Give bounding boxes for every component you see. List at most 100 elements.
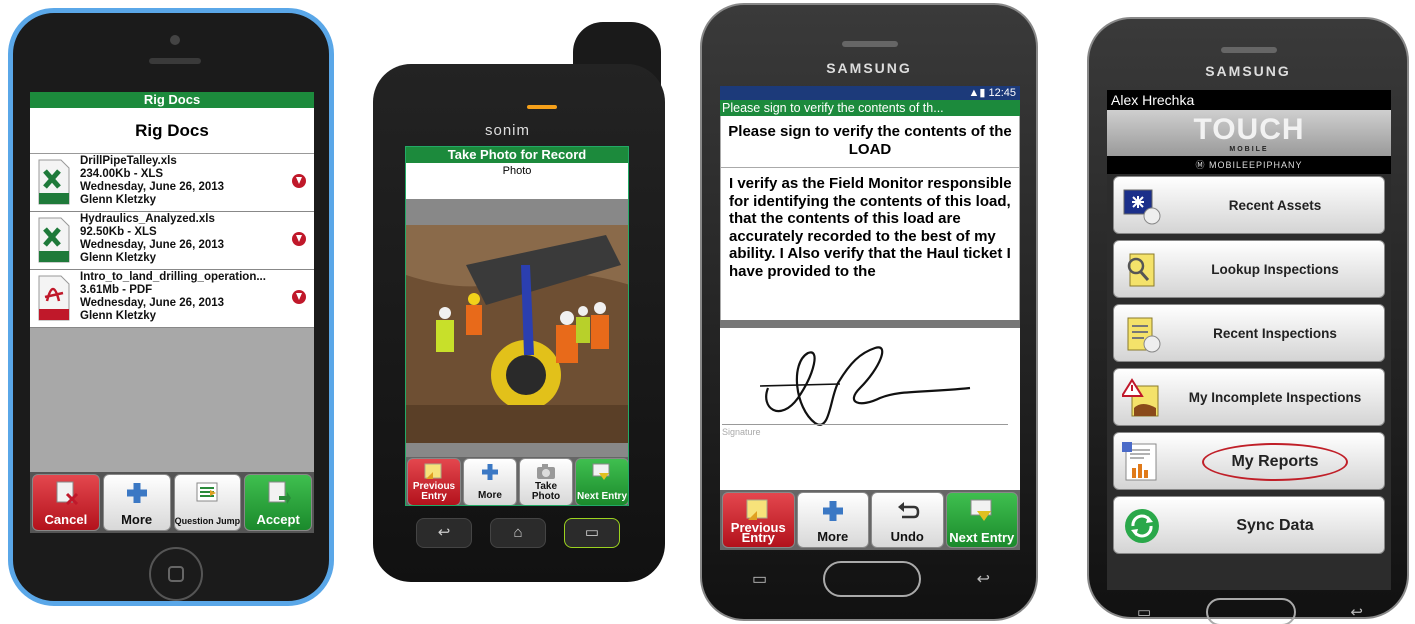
previous-entry-button[interactable]: Previous Entry	[407, 458, 461, 505]
menu-item-my-reports[interactable]: My Reports	[1113, 432, 1385, 490]
recent-apps-key-icon[interactable]: ▭	[1137, 603, 1151, 621]
more-button[interactable]: More	[796, 492, 869, 548]
earpiece-speaker	[1221, 47, 1277, 53]
home-square-icon	[168, 566, 184, 582]
screen-header: Rig Docs	[30, 92, 314, 108]
next-entry-button[interactable]: Next Entry	[945, 492, 1018, 548]
next-entry-label: Next Entry	[949, 530, 1015, 545]
bottom-toolbar: Cancel More Question Jump Accept	[30, 472, 314, 533]
document-name: Intro_to_land_drilling_operation...	[80, 271, 266, 283]
menu-item-recent-assets[interactable]: Recent Assets	[1113, 176, 1385, 234]
menu-item-incomplete-inspections[interactable]: My Incomplete Inspections	[1113, 368, 1385, 426]
menu-item-label: My Incomplete Inspections	[1188, 389, 1362, 405]
document-author: Glenn Kletzky	[80, 252, 157, 264]
recent-inspections-icon	[1127, 317, 1161, 353]
back-key-icon[interactable]: ↩	[977, 569, 990, 589]
logo-text: TOUCH	[1193, 113, 1305, 146]
home-button[interactable]	[149, 547, 203, 601]
status-time: 12:45	[988, 87, 1016, 99]
question-text: I verify as the Field Monitor responsibl…	[720, 168, 1020, 320]
signature-label: Signature	[722, 427, 761, 437]
company-logo-icon: Ⓜ	[1195, 160, 1209, 170]
back-key-icon[interactable]: ↩	[416, 518, 472, 548]
menu-item-lookup-inspections[interactable]: Lookup Inspections	[1113, 240, 1385, 298]
question-title: Please sign to verify the contents of th…	[720, 116, 1020, 168]
signature-screen: ▲▮ 12:45 Please sign to verify the conte…	[720, 86, 1020, 550]
home-key[interactable]	[1205, 598, 1296, 624]
accept-label: Accept	[256, 512, 300, 527]
document-size: 92.50Kb - XLS	[80, 226, 157, 238]
pdf-file-icon	[38, 275, 70, 321]
hardware-nav-keys: ↩ ⌂ ▭	[407, 518, 629, 548]
document-info: Intro_to_land_drilling_operation... 3.61…	[80, 271, 266, 323]
status-bar: ▲▮ 12:45	[720, 86, 1020, 100]
back-key-icon[interactable]: ↩	[1350, 603, 1363, 621]
plus-icon	[482, 464, 498, 480]
samsung-device-menu: SAMSUNG Alex Hrechka TOUCH MOBILE Ⓜ MOBI…	[1087, 17, 1409, 624]
more-label: More	[121, 512, 153, 527]
menu-item-sync-data[interactable]: Sync Data	[1113, 496, 1385, 554]
captured-photo[interactable]	[406, 225, 628, 443]
divider	[720, 320, 1020, 328]
menu-item-label: Recent Assets	[1228, 197, 1322, 213]
undo-icon	[898, 502, 920, 519]
recent-apps-key-icon[interactable]: ▭	[564, 518, 620, 548]
camera-icon	[537, 464, 555, 479]
field-label: Photo	[406, 163, 628, 199]
document-date: Wednesday, June 26, 2013	[80, 239, 225, 251]
document-info: DrillPipeTalley.xls 234.00Kb - XLS Wedne…	[80, 155, 224, 207]
next-entry-icon	[970, 499, 992, 521]
question-jump-button[interactable]: Question Jump	[173, 474, 242, 531]
previous-entry-button[interactable]: Previous Entry	[722, 492, 795, 548]
question-jump-label: Question Jump	[174, 516, 241, 526]
document-date: Wednesday, June 26, 2013	[80, 181, 225, 193]
document-author: Glenn Kletzky	[80, 194, 157, 206]
document-row[interactable]: Intro_to_land_drilling_operation... 3.61…	[30, 270, 314, 328]
earpiece-accent	[527, 105, 557, 109]
samsung-device-signature: SAMSUNG ▲▮ 12:45 Please sign to verify t…	[700, 3, 1038, 621]
main-menu-screen: Alex Hrechka TOUCH MOBILE Ⓜ MOBILEEPIPHA…	[1107, 90, 1391, 590]
iphone-device: Rig Docs Rig Docs DrillPipeTalley.xls 23…	[8, 8, 334, 606]
hardware-nav-keys: ▭ ↩	[1137, 597, 1363, 624]
next-entry-button[interactable]: Next Entry	[575, 458, 628, 505]
excel-file-icon	[38, 159, 70, 205]
home-key-icon[interactable]: ⌂	[490, 518, 546, 548]
signature-pad[interactable]: Signature	[720, 328, 1020, 486]
page-title: Rig Docs	[30, 108, 314, 154]
more-label: More	[817, 529, 849, 544]
rig-docs-screen: Rig Docs Rig Docs DrillPipeTalley.xls 23…	[30, 92, 314, 533]
previous-entry-icon	[424, 463, 442, 479]
download-icon[interactable]	[292, 174, 306, 188]
download-icon[interactable]	[292, 290, 306, 304]
previous-entry-label: Previous Entry	[730, 520, 786, 545]
reports-icon	[1122, 442, 1157, 481]
take-photo-button[interactable]: Take Photo	[519, 458, 573, 505]
menu-item-label: Sync Data	[1236, 516, 1314, 534]
download-icon[interactable]	[292, 232, 306, 246]
device-brand: sonim	[485, 122, 531, 139]
plus-icon	[822, 501, 843, 521]
signature-stroke	[759, 346, 971, 426]
user-name: Alex Hrechka	[1107, 90, 1391, 110]
menu-item-recent-inspections[interactable]: Recent Inspections	[1113, 304, 1385, 362]
home-key[interactable]	[822, 561, 921, 597]
more-button[interactable]: More	[102, 474, 171, 531]
bottom-toolbar: Previous Entry More Take Photo Next Entr…	[406, 457, 628, 505]
document-row[interactable]: DrillPipeTalley.xls 234.00Kb - XLS Wedne…	[30, 154, 314, 212]
recent-assets-icon	[1123, 189, 1161, 225]
undo-button[interactable]: Undo	[871, 492, 944, 548]
plus-icon	[126, 483, 147, 503]
document-size: 234.00Kb - XLS	[80, 168, 164, 180]
recent-apps-key-icon[interactable]: ▭	[752, 569, 767, 589]
earpiece-speaker	[842, 41, 898, 47]
accept-button[interactable]: Accept	[244, 474, 312, 531]
document-name: DrillPipeTalley.xls	[80, 155, 177, 167]
previous-entry-label: Previous Entry	[412, 481, 456, 502]
front-camera	[170, 35, 180, 45]
more-button[interactable]: More	[463, 458, 517, 505]
app-logo: TOUCH MOBILE	[1107, 110, 1391, 156]
earpiece-speaker	[149, 58, 201, 64]
more-label: More	[478, 490, 502, 501]
document-row[interactable]: Hydraulics_Analyzed.xls 92.50Kb - XLS We…	[30, 212, 314, 270]
cancel-button[interactable]: Cancel	[32, 474, 100, 531]
